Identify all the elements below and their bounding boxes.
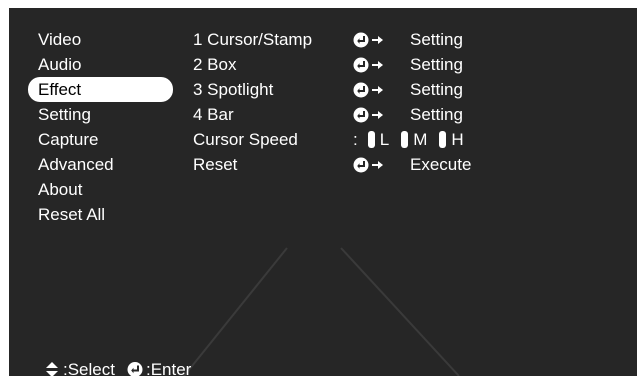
- submenu-label: Reset: [193, 152, 237, 177]
- enter-arrow-icon: [353, 57, 385, 73]
- main-menu: Video Audio Effect Setting Capture Advan…: [28, 27, 188, 227]
- cursor-speed-options[interactable]: : L M H: [353, 127, 476, 152]
- main-menu-item-capture[interactable]: Capture: [28, 127, 188, 152]
- enter-arrow-icon: [353, 157, 385, 173]
- main-menu-item-audio[interactable]: Audio: [28, 52, 188, 77]
- submenu-value: Setting: [410, 77, 463, 102]
- footer-hints: :Select :Enter: [44, 357, 191, 376]
- enter-icon: [127, 361, 143, 376]
- main-menu-item-about[interactable]: About: [28, 177, 188, 202]
- main-menu-item-reset-all[interactable]: Reset All: [28, 202, 188, 227]
- enter-arrow-icon: [353, 107, 385, 123]
- main-menu-item-video[interactable]: Video: [28, 27, 188, 52]
- speed-option-l-indicator[interactable]: [368, 131, 375, 148]
- speed-option-m-indicator[interactable]: [401, 131, 408, 148]
- enter-arrow-icon: [353, 82, 385, 98]
- main-menu-item-effect[interactable]: Effect: [28, 77, 173, 102]
- submenu-value: Setting: [410, 52, 463, 77]
- submenu-value: Setting: [410, 27, 463, 52]
- speed-option-h[interactable]: H: [451, 127, 463, 152]
- select-hint: :Select: [63, 357, 115, 376]
- submenu-label: 4 Bar: [193, 102, 234, 127]
- speed-option-m[interactable]: M: [413, 127, 427, 152]
- up-down-triangle-icon: [44, 361, 60, 376]
- speed-option-l[interactable]: L: [380, 127, 389, 152]
- enter-arrow-icon: [353, 32, 385, 48]
- speed-option-h-indicator[interactable]: [439, 131, 446, 148]
- main-menu-item-setting[interactable]: Setting: [28, 102, 188, 127]
- submenu-value: Setting: [410, 102, 463, 127]
- cursor-speed-label: Cursor Speed: [193, 127, 298, 152]
- submenu-label: 3 Spotlight: [193, 77, 273, 102]
- cursor-speed-separator: :: [353, 127, 358, 152]
- enter-hint: :Enter: [146, 357, 191, 376]
- submenu-value: Execute: [410, 152, 471, 177]
- main-menu-item-advanced[interactable]: Advanced: [28, 152, 188, 177]
- submenu-label: 1 Cursor/Stamp: [193, 27, 312, 52]
- submenu-label: 2 Box: [193, 52, 236, 77]
- projector-menu-screen: Video Audio Effect Setting Capture Advan…: [9, 8, 637, 376]
